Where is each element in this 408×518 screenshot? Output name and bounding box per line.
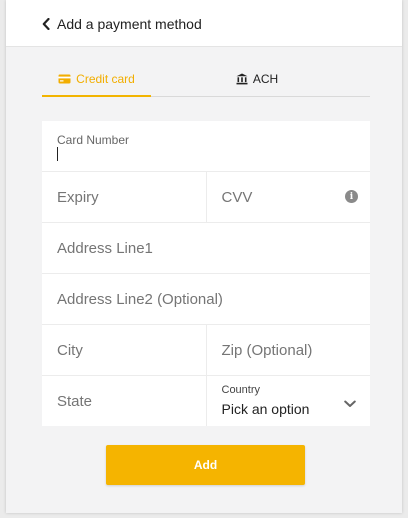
address-line1-row: Address Line1 bbox=[42, 223, 370, 274]
country-selected-value: Pick an option bbox=[221, 401, 310, 417]
tab-ach[interactable]: ACH bbox=[222, 62, 292, 96]
address-line1-field[interactable]: Address Line1 bbox=[42, 223, 370, 273]
state-country-row: State Country Pick an option bbox=[42, 376, 370, 426]
expiry-cvv-row: Expiry CVV i bbox=[42, 172, 370, 223]
header: Add a payment method bbox=[6, 0, 402, 47]
back-button[interactable]: Add a payment method bbox=[42, 14, 202, 34]
zip-field[interactable]: Zip (Optional) bbox=[207, 325, 371, 375]
info-icon[interactable]: i bbox=[345, 190, 358, 203]
credit-card-icon bbox=[58, 74, 76, 84]
tab-ach-label: ACH bbox=[252, 72, 279, 86]
address-line2-field[interactable]: Address Line2 (Optional) bbox=[42, 274, 370, 324]
state-placeholder: State bbox=[57, 392, 93, 410]
address-line2-placeholder: Address Line2 (Optional) bbox=[57, 290, 223, 308]
text-cursor bbox=[57, 147, 58, 161]
chevron-left-icon[interactable] bbox=[42, 18, 50, 30]
city-placeholder: City bbox=[57, 341, 83, 359]
tab-credit-card[interactable]: Credit card bbox=[42, 62, 151, 97]
country-select[interactable]: Country Pick an option bbox=[207, 376, 371, 426]
address-line2-row: Address Line2 (Optional) bbox=[42, 274, 370, 325]
add-button[interactable]: Add bbox=[106, 445, 305, 485]
expiry-field[interactable]: Expiry bbox=[42, 172, 207, 222]
payment-method-panel: Add a payment method Credit card ACH Car… bbox=[6, 0, 402, 513]
bank-icon bbox=[236, 73, 253, 85]
city-field[interactable]: City bbox=[42, 325, 207, 375]
zip-placeholder: Zip (Optional) bbox=[221, 341, 313, 359]
address-line1-placeholder: Address Line1 bbox=[57, 239, 153, 257]
cvv-placeholder: CVV bbox=[221, 188, 253, 206]
tab-credit-card-label: Credit card bbox=[76, 71, 135, 86]
page-title: Add a payment method bbox=[57, 16, 202, 32]
city-zip-row: City Zip (Optional) bbox=[42, 325, 370, 376]
payment-form: Card Number Expiry CVV i Address Line1 A… bbox=[42, 121, 370, 426]
payment-type-tabs: Credit card ACH bbox=[42, 62, 370, 97]
card-number-field[interactable]: Card Number bbox=[42, 121, 370, 171]
card-number-row: Card Number bbox=[42, 121, 370, 172]
state-field[interactable]: State bbox=[42, 376, 207, 426]
expiry-placeholder: Expiry bbox=[57, 188, 99, 206]
country-label: Country bbox=[221, 384, 261, 396]
card-number-label: Card Number bbox=[57, 133, 130, 147]
cvv-field[interactable]: CVV i bbox=[207, 172, 371, 222]
chevron-down-icon[interactable] bbox=[344, 395, 356, 413]
